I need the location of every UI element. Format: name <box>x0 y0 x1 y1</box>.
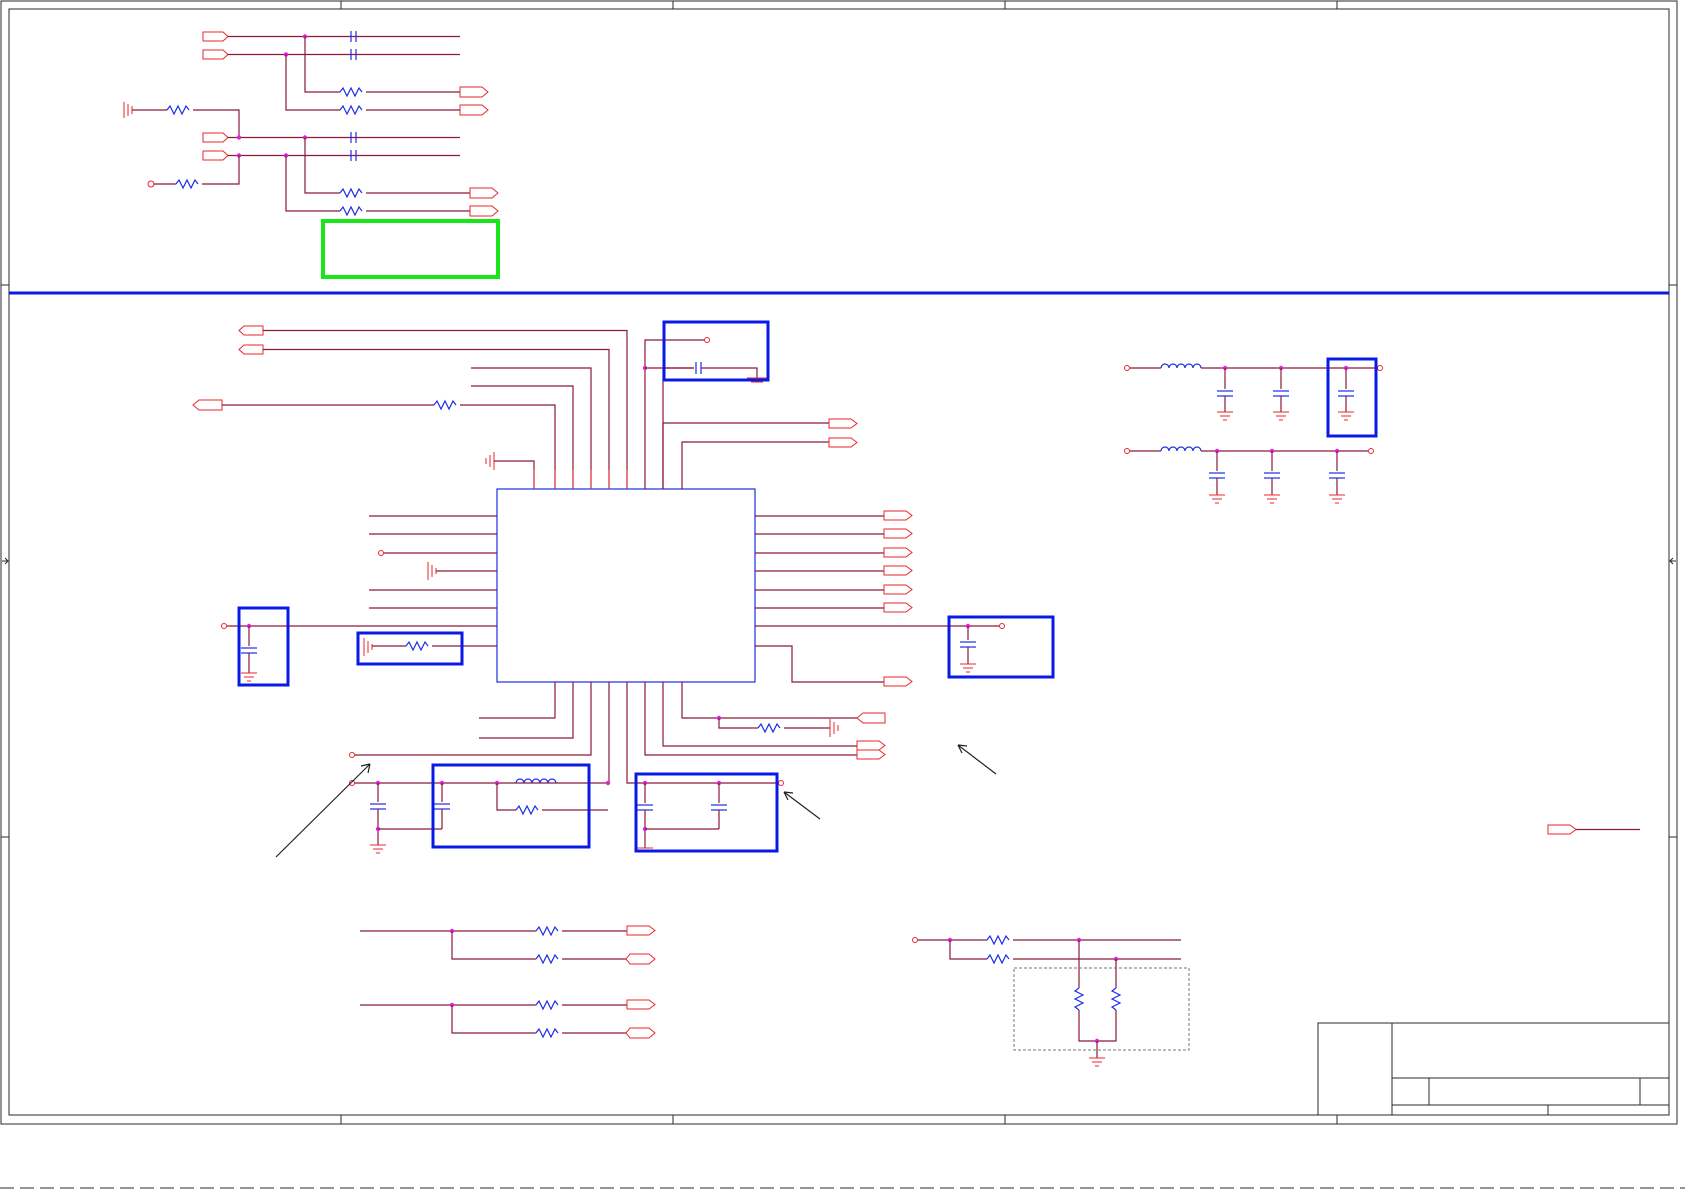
highlight-box-bottom-decoupling <box>634 772 779 853</box>
schematic-canvas <box>0 0 1685 1189</box>
highlight-box-lc-filter <box>431 763 591 849</box>
bottom-termination-right <box>912 934 1190 1067</box>
main-ic-right-pins <box>755 510 1005 687</box>
main-ic-top-pins <box>192 325 858 489</box>
drawing-frame <box>0 0 1685 1189</box>
highlight-box-power-cap <box>1326 357 1378 438</box>
highlight-box-rext <box>356 631 464 666</box>
bottom-termination-left <box>360 925 656 1039</box>
main-ic-bottom-pins <box>349 682 886 854</box>
main-ic-body <box>496 488 756 683</box>
top-ac-coupling-circuit <box>123 31 499 217</box>
power-filter-network <box>1124 363 1383 504</box>
lone-port-right <box>1547 824 1577 835</box>
highlight-green-box <box>321 219 500 279</box>
title-block <box>1317 1022 1670 1116</box>
highlight-box-decoupling-top <box>662 320 770 382</box>
